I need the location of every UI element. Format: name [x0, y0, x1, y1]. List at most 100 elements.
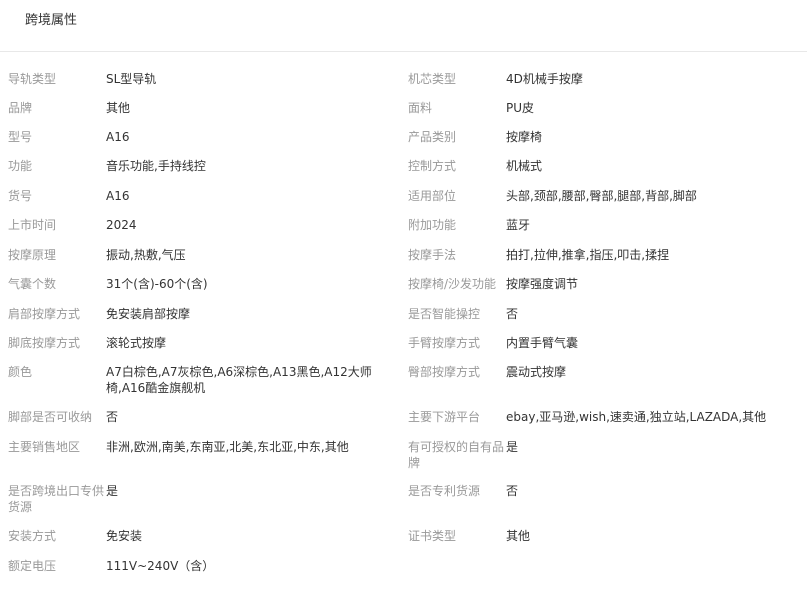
attribute-cell: 脚底按摩方式 滚轮式按摩 — [0, 335, 400, 351]
attribute-label: 主要下游平台 — [408, 410, 481, 424]
attribute-row: 品牌 其他 面料 PU皮 — [0, 100, 807, 129]
attribute-cell: 按摩手法 拍打,拉伸,推拿,指压,叩击,揉捏 — [400, 247, 807, 263]
attribute-label: 是否跨境出口专供货源 — [8, 484, 105, 514]
attribute-label: 额定电压 — [8, 559, 57, 573]
attribute-cell: 气囊个数 31个(含)-60个(含) — [0, 276, 400, 292]
attribute-label: 机芯类型 — [408, 72, 457, 86]
attribute-value: 滚轮式按摩 — [106, 336, 167, 350]
attribute-row: 是否跨境出口专供货源 是 是否专利货源 否 — [0, 483, 807, 528]
attribute-value: 内置手臂气囊 — [506, 336, 579, 350]
attribute-row: 按摩原理 振动,热敷,气压 按摩手法 拍打,拉伸,推拿,指压,叩击,揉捏 — [0, 247, 807, 276]
attribute-value: SL型导轨 — [106, 72, 157, 86]
attribute-label: 臀部按摩方式 — [408, 365, 481, 379]
attribute-value: 免安装 — [106, 529, 143, 543]
attribute-label: 手臂按摩方式 — [408, 336, 481, 350]
attribute-value: 是 — [106, 484, 119, 498]
attribute-cell: 按摩椅/沙发功能 按摩强度调节 — [400, 276, 807, 292]
attribute-value: 31个(含)-60个(含) — [106, 277, 208, 291]
attribute-row: 上市时间 2024 附加功能 蓝牙 — [0, 217, 807, 247]
attribute-label: 导轨类型 — [8, 72, 57, 86]
attribute-label: 有可授权的自有品牌 — [408, 440, 505, 470]
attribute-cell: 手臂按摩方式 内置手臂气囊 — [400, 335, 807, 351]
attribute-label: 适用部位 — [408, 189, 457, 203]
attribute-label: 是否专利货源 — [408, 484, 481, 498]
attribute-cell: 上市时间 2024 — [0, 217, 400, 233]
attribute-label: 按摩原理 — [8, 248, 57, 262]
attribute-value: 是 — [506, 440, 519, 454]
attribute-value: 震动式按摩 — [506, 365, 567, 379]
attribute-value: 否 — [506, 484, 519, 498]
attribute-row: 货号 A16 适用部位 头部,颈部,腰部,臀部,腿部,背部,脚部 — [0, 188, 807, 217]
section-title: 跨境属性 — [25, 13, 78, 28]
attribute-cell: 颜色 A7白棕色,A7灰棕色,A6深棕色,A13黑色,A12大师椅,A16酷金旗… — [0, 364, 400, 396]
attribute-label: 产品类别 — [408, 130, 457, 144]
attribute-value: 音乐功能,手持线控 — [106, 159, 206, 173]
attribute-label: 脚部是否可收纳 — [8, 410, 93, 424]
attribute-value: 4D机械手按摩 — [506, 72, 583, 86]
attribute-cell: 是否智能操控 否 — [400, 306, 807, 322]
attribute-label: 颜色 — [8, 365, 33, 379]
attribute-cell: 是否专利货源 否 — [400, 483, 807, 499]
attribute-value: ebay,亚马逊,wish,速卖通,独立站,LAZADA,其他 — [506, 410, 767, 424]
attribute-row: 安装方式 免安装 证书类型 其他 — [0, 528, 807, 558]
attribute-row: 肩部按摩方式 免安装肩部按摩 是否智能操控 否 — [0, 306, 807, 335]
attribute-value: 蓝牙 — [506, 218, 531, 232]
attribute-value: 2024 — [106, 218, 137, 232]
attribute-label: 证书类型 — [408, 529, 457, 543]
attribute-cell: 证书类型 其他 — [400, 528, 807, 544]
attribute-label: 按摩椅/沙发功能 — [408, 277, 497, 291]
attribute-value: 机械式 — [506, 159, 543, 173]
attribute-label: 肩部按摩方式 — [8, 307, 81, 321]
attribute-label: 面料 — [408, 101, 433, 115]
attribute-label: 气囊个数 — [8, 277, 57, 291]
attribute-cell: 主要下游平台 ebay,亚马逊,wish,速卖通,独立站,LAZADA,其他 — [400, 409, 807, 425]
attribute-label: 主要销售地区 — [8, 440, 81, 454]
attribute-value: 非洲,欧洲,南美,东南亚,北美,东北亚,中东,其他 — [106, 440, 349, 454]
attribute-row: 额定电压 111V~240V（含） — [0, 558, 807, 587]
attribute-value: 按摩强度调节 — [506, 277, 579, 291]
attribute-label: 控制方式 — [408, 159, 457, 173]
attribute-cell: 控制方式 机械式 — [400, 158, 807, 174]
attribute-row: 导轨类型 SL型导轨 机芯类型 4D机械手按摩 — [0, 71, 807, 100]
attribute-value: 否 — [506, 307, 519, 321]
attribute-value: 其他 — [106, 101, 131, 115]
attribute-value: PU皮 — [506, 101, 535, 115]
attribute-cell: 货号 A16 — [0, 188, 400, 204]
attribute-label: 脚底按摩方式 — [8, 336, 81, 350]
attribute-value: 按摩椅 — [506, 130, 543, 144]
attribute-label: 安装方式 — [8, 529, 57, 543]
attribute-label: 品牌 — [8, 101, 33, 115]
attribute-cell: 机芯类型 4D机械手按摩 — [400, 71, 807, 87]
section-header: 跨境属性 — [0, 0, 807, 52]
attribute-cell: 品牌 其他 — [0, 100, 400, 116]
attribute-value: 否 — [106, 410, 119, 424]
attribute-cell: 脚部是否可收纳 否 — [0, 409, 400, 425]
attribute-value: 振动,热敷,气压 — [106, 248, 186, 262]
attribute-value: 其他 — [506, 529, 531, 543]
attribute-value: 免安装肩部按摩 — [106, 307, 191, 321]
attribute-value: A16 — [106, 189, 130, 203]
attribute-row: 功能 音乐功能,手持线控 控制方式 机械式 — [0, 158, 807, 188]
attribute-label: 是否智能操控 — [408, 307, 481, 321]
attribute-label: 上市时间 — [8, 218, 57, 232]
attribute-value: A16 — [106, 130, 130, 144]
attribute-cell: 臀部按摩方式 震动式按摩 — [400, 364, 807, 380]
attribute-row: 主要销售地区 非洲,欧洲,南美,东南亚,北美,东北亚,中东,其他 有可授权的自有… — [0, 439, 807, 483]
attribute-value: A7白棕色,A7灰棕色,A6深棕色,A13黑色,A12大师椅,A16酷金旗舰机 — [106, 365, 372, 395]
attribute-cell: 有可授权的自有品牌 是 — [400, 439, 807, 471]
attribute-cell: 是否跨境出口专供货源 是 — [0, 483, 400, 515]
attribute-value: 头部,颈部,腰部,臀部,腿部,背部,脚部 — [506, 189, 697, 203]
attribute-label: 型号 — [8, 130, 33, 144]
attribute-row: 气囊个数 31个(含)-60个(含) 按摩椅/沙发功能 按摩强度调节 — [0, 276, 807, 306]
attribute-cell: 肩部按摩方式 免安装肩部按摩 — [0, 306, 400, 322]
attribute-row: 脚部是否可收纳 否 主要下游平台 ebay,亚马逊,wish,速卖通,独立站,L… — [0, 409, 807, 439]
attribute-cell: 面料 PU皮 — [400, 100, 807, 116]
attribute-cell: 导轨类型 SL型导轨 — [0, 71, 400, 87]
attribute-cell: 额定电压 111V~240V（含） — [0, 558, 400, 574]
attribute-cell: 型号 A16 — [0, 129, 400, 145]
attribute-cell: 产品类别 按摩椅 — [400, 129, 807, 145]
attribute-cell: 适用部位 头部,颈部,腰部,臀部,腿部,背部,脚部 — [400, 188, 807, 204]
attribute-value: 拍打,拉伸,推拿,指压,叩击,揉捏 — [506, 248, 670, 262]
attribute-cell: 按摩原理 振动,热敷,气压 — [0, 247, 400, 263]
attribute-value: 111V~240V（含） — [106, 559, 215, 573]
